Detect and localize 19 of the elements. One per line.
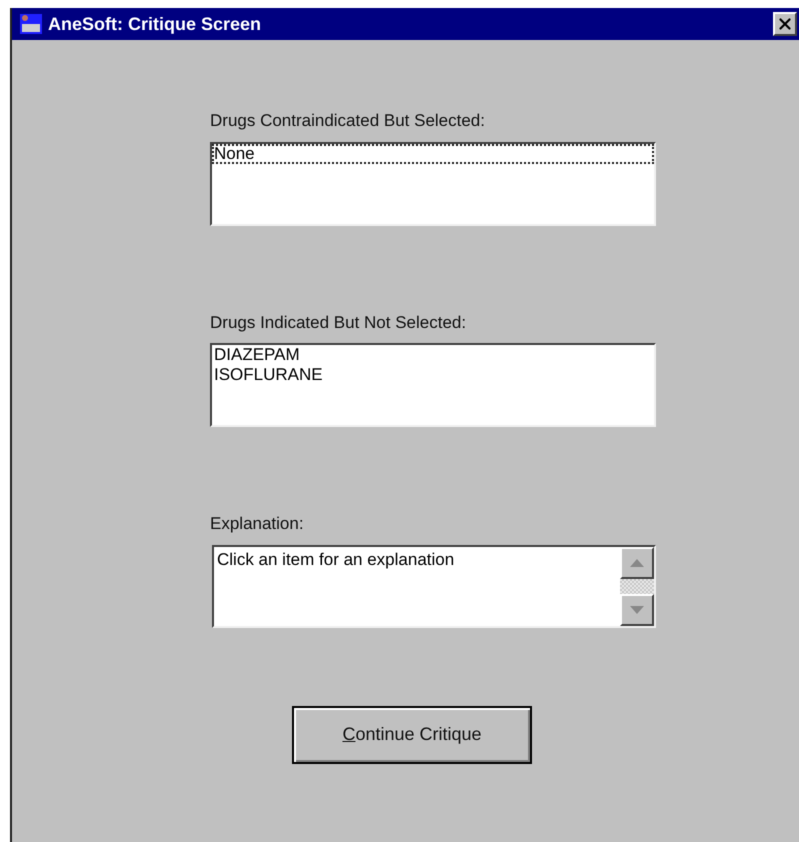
window-title: AneSoft: Critique Screen — [48, 12, 262, 36]
field-label: Drugs Indicated But Not Selected: — [210, 312, 468, 334]
down-arrow-icon — [630, 606, 644, 614]
list-item[interactable]: None — [212, 144, 654, 164]
up-arrow-icon — [630, 558, 644, 566]
list-item[interactable]: DIAZEPAM — [212, 345, 654, 365]
close-button[interactable] — [773, 12, 797, 36]
scroll-bar[interactable] — [620, 546, 654, 626]
text-area[interactable]: Click an item for an explanation — [212, 544, 656, 628]
list-box[interactable]: DIAZEPAM ISOFLURANE — [210, 343, 656, 427]
list-item[interactable]: ISOFLURANE — [212, 365, 654, 385]
explanation-text: Click an item for an explanation — [216, 548, 456, 570]
scroll-up-button[interactable] — [620, 546, 654, 578]
field-label: Drugs Contraindicated But Selected: — [210, 110, 486, 132]
list-box[interactable]: None — [210, 142, 656, 226]
scroll-down-button[interactable] — [620, 594, 654, 626]
continue-critique-button[interactable]: Continue Critique — [292, 706, 532, 764]
field-label: Explanation: — [210, 513, 305, 535]
app-icon — [20, 14, 42, 34]
